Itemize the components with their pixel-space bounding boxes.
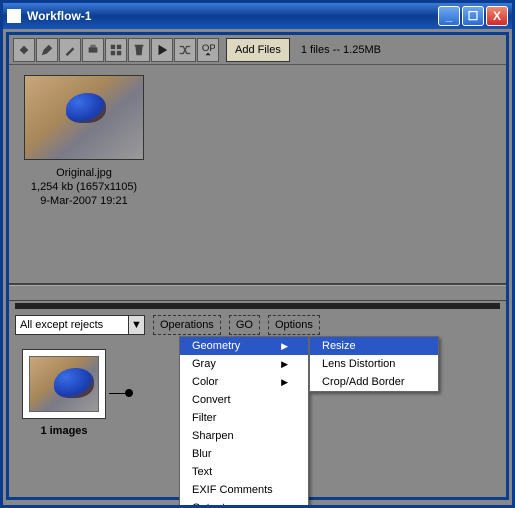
thumbnail-image [24, 75, 144, 160]
trash-icon[interactable] [128, 38, 150, 62]
operations-menu-item-geometry[interactable]: Geometry▶ [180, 337, 308, 355]
hand-tool-icon[interactable] [13, 38, 35, 62]
operations-menu-item-filter[interactable]: Filter [180, 409, 308, 427]
operations-menu-item-gray[interactable]: Gray▶ [180, 355, 308, 373]
thumbnail-info: 1,254 kb (1657x1105) [19, 180, 149, 194]
submenu-arrow-icon: ▶ [281, 377, 288, 388]
geometry-submenu: ResizeLens DistortionCrop/Add Border [309, 336, 439, 392]
dropdown-arrow-icon[interactable]: ▼ [128, 316, 144, 334]
submenu-arrow-icon: ▶ [281, 503, 288, 508]
operations-menu-item-output[interactable]: Output▶ [180, 499, 308, 508]
geometry-submenu-item-lens-distortion[interactable]: Lens Distortion [310, 355, 438, 373]
minimize-button[interactable]: _ [438, 6, 460, 26]
thumbnail-area: Original.jpg 1,254 kb (1657x1105) 9-Mar-… [9, 65, 506, 285]
thumbnail[interactable]: Original.jpg 1,254 kb (1657x1105) 9-Mar-… [19, 75, 149, 208]
node-image [29, 356, 99, 412]
play-icon[interactable] [151, 38, 173, 62]
add-files-button[interactable]: Add Files [226, 38, 290, 62]
horizontal-scrollbar[interactable] [15, 303, 500, 309]
controls-row: ▼ Operations GO Options [9, 311, 506, 339]
operations-menu-item-blur[interactable]: Blur [180, 445, 308, 463]
file-status: 1 files -- 1.25MB [301, 44, 381, 56]
grid-icon[interactable] [105, 38, 127, 62]
operations-menu: Geometry▶Gray▶Color▶ConvertFilterSharpen… [179, 336, 309, 508]
submenu-arrow-icon: ▶ [281, 359, 288, 370]
thumbnail-date: 9-Mar-2007 19:21 [19, 194, 149, 208]
geometry-submenu-item-resize[interactable]: Resize [310, 337, 438, 355]
submenu-arrow-icon: ▶ [281, 341, 288, 352]
filter-value[interactable] [16, 316, 128, 334]
app-window: Workflow-1 _ ☐ X OPT Add Files 1 files -… [0, 0, 515, 508]
node-endpoint[interactable] [125, 389, 133, 397]
filter-dropdown[interactable]: ▼ [15, 315, 145, 335]
operations-menu-item-text[interactable]: Text [180, 463, 308, 481]
titlebar[interactable]: Workflow-1 _ ☐ X [3, 3, 512, 29]
operations-menu-item-exif-comments[interactable]: EXIF Comments [180, 481, 308, 499]
operations-menu-item-sharpen[interactable]: Sharpen [180, 427, 308, 445]
pane-divider[interactable] [9, 285, 506, 301]
maximize-button[interactable]: ☐ [462, 6, 484, 26]
go-button[interactable]: GO [229, 315, 260, 335]
node-caption: 1 images [19, 425, 109, 437]
workflow-node[interactable]: 1 images [19, 349, 109, 437]
operations-menu-item-convert[interactable]: Convert [180, 391, 308, 409]
window-title: Workflow-1 [27, 9, 438, 23]
operations-button[interactable]: Operations [153, 315, 221, 335]
node-frame [22, 349, 106, 419]
window-controls: _ ☐ X [438, 6, 508, 26]
app-icon [7, 9, 21, 23]
wand-icon[interactable] [59, 38, 81, 62]
svg-text:OPT: OPT [202, 43, 215, 54]
client-area: OPT Add Files 1 files -- 1.25MB Original… [6, 32, 509, 500]
thumbnail-filename: Original.jpg [19, 166, 149, 180]
node-connector [109, 393, 125, 394]
close-button[interactable]: X [486, 6, 508, 26]
print-icon[interactable] [82, 38, 104, 62]
options-button[interactable]: Options [268, 315, 320, 335]
operations-menu-item-color[interactable]: Color▶ [180, 373, 308, 391]
shuffle-icon[interactable] [174, 38, 196, 62]
options-icon[interactable]: OPT [197, 38, 219, 62]
toolbar: OPT Add Files 1 files -- 1.25MB [9, 35, 506, 65]
geometry-submenu-item-crop-add-border[interactable]: Crop/Add Border [310, 373, 438, 391]
pencil-icon[interactable] [36, 38, 58, 62]
